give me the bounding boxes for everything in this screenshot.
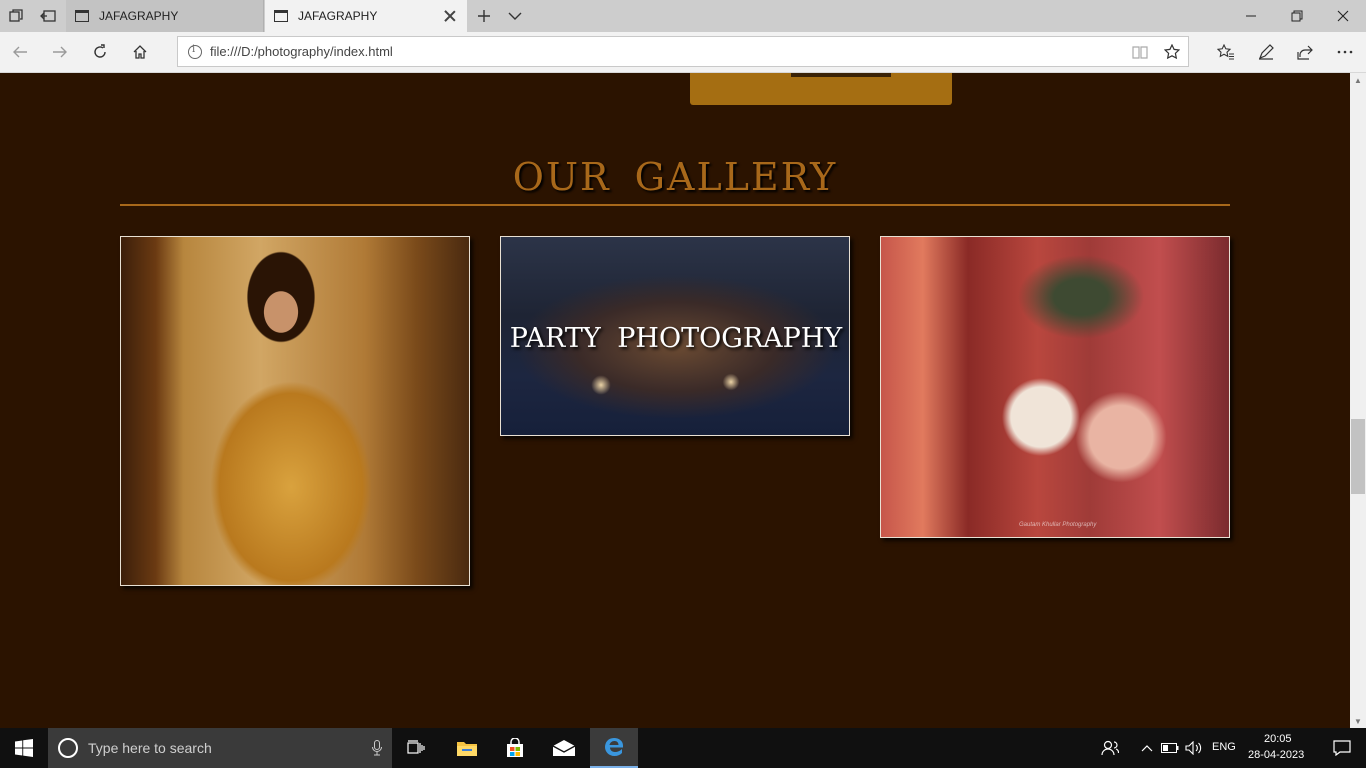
gallery-card-traditional-portrait[interactable] — [120, 236, 470, 586]
heading-divider — [120, 204, 1230, 206]
reading-view-icon[interactable] — [1124, 37, 1156, 67]
clock-time[interactable]: 20:05 — [1264, 733, 1292, 745]
minimize-icon[interactable] — [1228, 0, 1274, 32]
page-icon — [75, 10, 89, 22]
gallery-card-wedding[interactable]: Gautam Khullar Photography — [880, 236, 1230, 538]
favorites-hub-icon[interactable] — [1206, 32, 1246, 72]
gallery-card-party-photography[interactable]: PARTY PHOTOGRAPHY — [500, 236, 850, 436]
restore-icon[interactable] — [1274, 0, 1320, 32]
gold-button[interactable] — [690, 73, 952, 105]
windows-start-icon[interactable] — [0, 728, 48, 768]
show-hidden-icons-chevron-icon[interactable] — [1136, 728, 1158, 768]
close-tab-icon[interactable] — [443, 9, 457, 23]
clock-date[interactable]: 28-04-2023 — [1248, 749, 1304, 761]
task-view-icon[interactable] — [392, 728, 440, 768]
people-icon[interactable] — [1087, 728, 1133, 768]
battery-icon[interactable] — [1158, 728, 1182, 768]
more-menu-icon[interactable] — [1325, 32, 1365, 72]
new-tab-icon[interactable] — [468, 0, 500, 32]
close-window-icon[interactable] — [1320, 0, 1366, 32]
tab-bar: JAFAGRAPHY JAFAGRAPHY — [0, 0, 1366, 32]
tab-jafagraphy-1[interactable]: JAFAGRAPHY — [66, 0, 264, 32]
button-underline — [791, 73, 891, 77]
taskbar-search-box[interactable]: Type here to search — [48, 728, 392, 768]
forward-icon[interactable] — [40, 32, 80, 72]
edge-browser-icon[interactable] — [590, 728, 638, 768]
address-bar[interactable]: file:///D:/photography/index.html — [177, 36, 1189, 67]
tab-jafagraphy-2[interactable]: JAFAGRAPHY — [265, 0, 467, 32]
tab-actions-icon[interactable] — [0, 0, 32, 32]
favorite-star-icon[interactable] — [1156, 37, 1188, 67]
tab-title: JAFAGRAPHY — [99, 9, 179, 23]
web-note-pen-icon[interactable] — [1246, 32, 1286, 72]
back-icon[interactable] — [0, 32, 40, 72]
microphone-icon[interactable] — [362, 740, 392, 756]
url-text[interactable]: file:///D:/photography/index.html — [210, 44, 1124, 59]
taskbar: Type here to search ENG 20:05 28-04-2023 — [0, 728, 1366, 768]
card-caption: PARTY PHOTOGRAPHY — [509, 323, 843, 354]
gallery-heading: OUR GALLERY — [512, 155, 838, 199]
tab-title: JAFAGRAPHY — [298, 9, 378, 23]
volume-icon[interactable] — [1182, 728, 1206, 768]
page-icon — [274, 10, 288, 22]
action-center-icon[interactable] — [1318, 728, 1366, 768]
tab-preview-chevron-icon[interactable] — [499, 0, 531, 32]
site-info-icon[interactable] — [188, 44, 202, 59]
file-explorer-icon[interactable] — [443, 728, 491, 768]
vertical-scrollbar[interactable]: ▲ ▼ — [1350, 73, 1366, 728]
search-placeholder[interactable]: Type here to search — [88, 740, 362, 756]
scroll-thumb[interactable] — [1351, 419, 1365, 494]
photo-watermark: Gautam Khullar Photography — [1019, 522, 1097, 528]
mail-icon[interactable] — [540, 728, 588, 768]
page-viewport: OUR GALLERY PARTY PHOTOGRAPHY Gautam Khu… — [0, 73, 1350, 728]
language-indicator[interactable]: ENG — [1212, 741, 1236, 753]
navigation-bar: file:///D:/photography/index.html — [0, 32, 1366, 73]
share-icon[interactable] — [1285, 32, 1325, 72]
cortana-icon — [58, 738, 78, 758]
microsoft-store-icon[interactable] — [491, 728, 539, 768]
set-tabs-aside-icon[interactable] — [32, 0, 64, 32]
scroll-up-arrow-icon[interactable]: ▲ — [1350, 73, 1366, 87]
home-icon[interactable] — [120, 32, 160, 72]
scroll-down-arrow-icon[interactable]: ▼ — [1350, 714, 1366, 728]
refresh-icon[interactable] — [80, 32, 120, 72]
